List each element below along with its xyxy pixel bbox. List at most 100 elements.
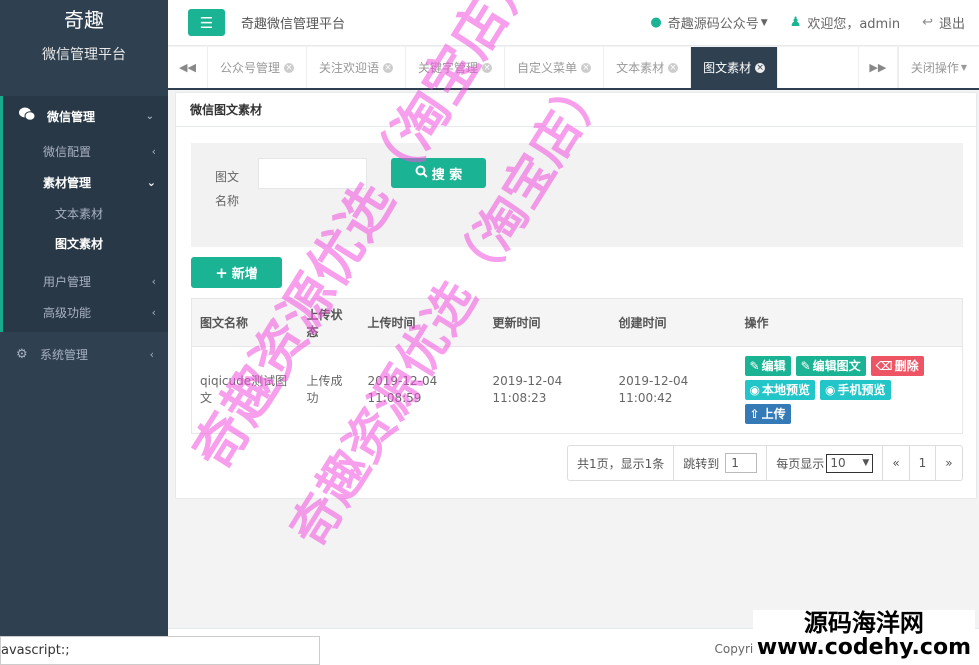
edit-content-label: 编辑图文 <box>812 358 861 373</box>
sidebar-item-user-management[interactable]: 用户管理 ‹ <box>3 266 168 297</box>
add-button[interactable]: + 新增 <box>191 257 282 288</box>
edit-content-button[interactable]: ✎ 编辑图文 <box>795 356 866 376</box>
column-header-name[interactable]: 图文名称 <box>191 298 299 347</box>
column-header-upload-time[interactable]: 上传时间 <box>359 298 485 347</box>
close-icon[interactable]: × <box>581 62 592 73</box>
local-preview-label: 本地预览 <box>761 382 810 397</box>
column-header-actions: 操作 <box>736 298 963 347</box>
sidebar-subitem-news-material[interactable]: 图文素材 <box>3 228 168 258</box>
local-preview-button[interactable]: ◉ 本地预览 <box>744 380 815 400</box>
row-actions: ✎ 编辑 ✎ 编辑图文 ⌫ 删除 ◉ 本地预览 ◉ 手机预览 ⇧ 上传 <box>744 356 935 424</box>
eye-icon: ◉ <box>825 382 836 397</box>
close-icon[interactable]: × <box>284 62 295 73</box>
next-page-button[interactable]: » <box>936 446 961 480</box>
tab-keyword-management[interactable]: 关键字管理 × <box>406 47 506 88</box>
eye-icon: ◉ <box>749 382 760 397</box>
chevron-left-icon: ‹ <box>151 145 156 158</box>
logout-label: 退出 <box>938 17 965 32</box>
edit-button[interactable]: ✎ 编辑 <box>744 356 791 376</box>
sidebar-item-label: 素材管理 <box>43 176 92 190</box>
close-icon[interactable]: × <box>755 62 766 73</box>
sidebar-item-label: 用户管理 <box>43 275 92 289</box>
panel-title: 微信图文素材 <box>176 93 976 127</box>
chevron-down-icon: ⌄ <box>145 110 154 122</box>
sidebar-item-material[interactable]: 素材管理 ⌄ <box>3 167 168 198</box>
column-header-create-time[interactable]: 创建时间 <box>610 298 737 347</box>
delete-label: 删除 <box>894 358 919 373</box>
sidebar-subitem-label: 文本素材 <box>55 206 104 221</box>
close-icon[interactable]: × <box>668 62 679 73</box>
tab-custom-menu[interactable]: 自定义菜单 × <box>505 47 605 88</box>
cell-actions: ✎ 编辑 ✎ 编辑图文 ⌫ 删除 ◉ 本地预览 ◉ 手机预览 ⇧ 上传 <box>737 347 963 434</box>
add-button-label: 新增 <box>231 267 258 282</box>
jump-label: 跳转到 <box>683 456 720 471</box>
sidebar-item-system[interactable]: ⚙ 系统管理 ‹ <box>0 332 168 376</box>
tabs-scroll-right-button[interactable]: ▶▶ <box>857 47 898 88</box>
search-icon <box>415 165 428 182</box>
cell-status: 上传成功 <box>306 374 343 405</box>
jump-page-input[interactable]: 1 <box>725 453 758 473</box>
upload-button[interactable]: ⇧ 上传 <box>744 404 791 424</box>
backward-icon: ◀◀ <box>179 61 196 74</box>
wechat-icon: ● <box>650 15 662 30</box>
search-button[interactable]: 搜 索 <box>391 158 486 188</box>
close-icon[interactable]: × <box>482 62 493 73</box>
welcome-text: 欢迎您，admin <box>807 17 901 32</box>
caret-down-icon: ▼ <box>960 63 967 72</box>
caret-down-icon: ▼ <box>760 17 768 28</box>
edit-icon: ✎ <box>800 358 811 373</box>
tab-account-management[interactable]: 公众号管理 × <box>208 47 308 88</box>
sidebar-subitem-text-material[interactable]: 文本素材 <box>3 198 168 228</box>
mobile-preview-button[interactable]: ◉ 手机预览 <box>820 380 891 400</box>
table-row: qiqicude测试图文 上传成功 2019-12-04 11:08:59 20… <box>192 347 963 434</box>
menu-toggle-button[interactable]: ☰ <box>188 9 225 36</box>
tab-label: 关键字管理 <box>418 61 479 75</box>
delete-button[interactable]: ⌫ 删除 <box>870 356 924 376</box>
chevron-down-icon: ⌄ <box>146 176 156 189</box>
sidebar-item-advanced[interactable]: 高级功能 ‹ <box>3 297 168 328</box>
site-watermark: 源码海洋网 www.codehy.com <box>752 610 975 660</box>
tabs-close-dropdown[interactable]: 关闭操作 ▼ <box>897 47 979 88</box>
table-header-row: 图文名称 上传状态 上传时间 更新时间 创建时间 操作 <box>191 298 963 347</box>
close-icon[interactable]: × <box>383 62 394 73</box>
trash-icon: ⌫ <box>875 358 893 373</box>
pagination: 共1页，显示1条 跳转到 1 每页显示 10 ▼ « 1 » <box>567 445 963 481</box>
column-header-status[interactable]: 上传状态 <box>298 298 360 347</box>
tab-text-material[interactable]: 文本素材 × <box>604 47 692 88</box>
sidebar-group-wechat-header[interactable]: 微信管理 ⌄ <box>3 96 168 136</box>
content-tabs: ◀◀ 公众号管理 × 关注欢迎语 × 关键字管理 × 自定义菜单 × 文本素材 × 图文素… <box>168 47 979 90</box>
prev-page-button[interactable]: « <box>883 446 910 480</box>
account-label: 奇趣源码公众号 <box>667 17 759 32</box>
top-right-menu: ● 奇趣源码公众号 ▼ ♟ 欢迎您，admin ↩ 退出 <box>650 13 979 32</box>
account-dropdown[interactable]: ● 奇趣源码公众号 ▼ <box>650 13 767 32</box>
page-size-value: 10 <box>830 456 846 470</box>
tab-label: 图文素材 <box>703 61 752 75</box>
cell-create-time: 2019-12-04 11:00:42 <box>618 374 689 405</box>
pagination-summary: 共1页，显示1条 <box>568 446 675 480</box>
content-panel: 微信图文素材 图文名称 搜 索 + 新增 图文名称 上传状态 上传时间 更新时间… <box>175 92 977 499</box>
upload-icon: ⇧ <box>749 406 760 421</box>
search-input[interactable] <box>258 158 367 189</box>
sidebar-item-label: 高级功能 <box>43 306 92 320</box>
page-1-button[interactable]: 1 <box>910 446 937 480</box>
user-icon: ♟ <box>789 15 802 30</box>
plus-icon: + <box>215 263 228 282</box>
gear-icon: ⚙ <box>16 346 28 362</box>
user-info[interactable]: ♟ 欢迎您，admin <box>790 13 900 32</box>
chevron-left-icon: ‹ <box>151 306 156 319</box>
page-size-label: 每页显示 <box>776 456 825 471</box>
brand-title: 奇趣 <box>64 8 104 32</box>
tabs-scroll-left-button[interactable]: ◀◀ <box>168 47 208 88</box>
page-size-select[interactable]: 10 ▼ <box>826 453 874 473</box>
tab-welcome-message[interactable]: 关注欢迎语 × <box>307 47 407 88</box>
caret-down-icon: ▼ <box>862 458 870 468</box>
tab-label: 公众号管理 <box>220 61 281 75</box>
logout-link[interactable]: ↩ 退出 <box>922 13 965 32</box>
tab-label: 关注欢迎语 <box>319 61 380 75</box>
tab-news-material[interactable]: 图文素材 × <box>691 47 779 88</box>
sidebar-item-wechat-config[interactable]: 微信配置 ‹ <box>3 136 168 167</box>
upload-label: 上传 <box>761 406 786 421</box>
column-header-update-time[interactable]: 更新时间 <box>484 298 611 347</box>
sidebar-brand: 奇趣 微信管理平台 <box>0 0 168 88</box>
cell-upload-time: 2019-12-04 11:08:59 <box>367 374 438 405</box>
